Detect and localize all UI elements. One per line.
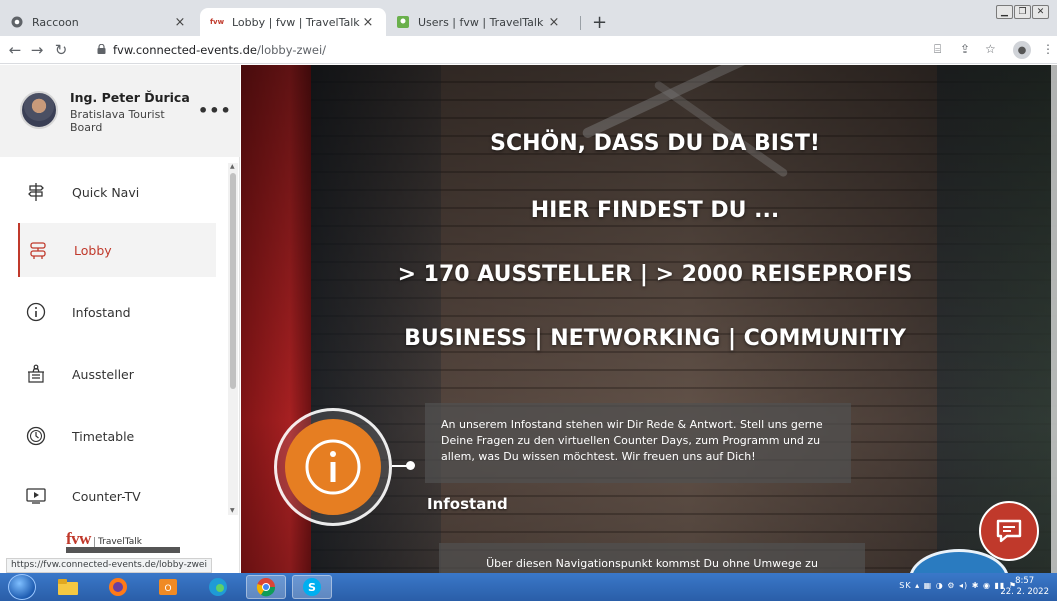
menu-kebab-icon[interactable]: ⋮ <box>1042 42 1054 56</box>
hotspot-connector-dot <box>406 461 415 470</box>
logo-banner <box>66 547 180 553</box>
avatar[interactable] <box>20 91 58 129</box>
windows-taskbar: O S SK ▴ ▦ ◑ ⚙ ◂) ✱ ◉ ▮▮ ⚑ 8:57 22. 2. 2… <box>0 573 1057 601</box>
info-icon <box>305 439 361 495</box>
sidebar-scrollbar-thumb[interactable] <box>230 173 236 389</box>
lock-icon <box>97 44 106 54</box>
reload-icon[interactable]: ↻ <box>52 41 70 59</box>
tab-title: Users | fvw | TravelTalk <box>418 15 544 29</box>
lobby-hero: SCHÖN, DASS DU DA BIST! HIER FINDEST DU … <box>241 65 1057 573</box>
chat-button[interactable] <box>979 501 1039 561</box>
maximize-icon[interactable]: ❐ <box>1014 5 1031 19</box>
share-icon[interactable]: ⇪ <box>960 42 970 56</box>
start-button[interactable] <box>8 574 36 600</box>
fvw-logo: fvw TravelTalk <box>66 529 142 549</box>
page-content: Ing. Peter Ďurica Bratislava Tourist Boa… <box>0 65 1057 573</box>
address-bar[interactable]: fvw.connected-events.de/lobby-zwei/ <box>113 43 326 57</box>
back-icon[interactable]: ← <box>6 41 24 59</box>
headline-stats: > 170 AUSSTELLER | > 2000 REISEPROFIS <box>397 262 913 287</box>
tab-close-icon[interactable]: × <box>546 15 562 30</box>
sidebar-item-aussteller[interactable]: Aussteller <box>18 347 216 401</box>
logo-brand: fvw <box>66 529 91 548</box>
sidebar-item-timetable[interactable]: Timetable <box>18 409 216 463</box>
user-organization: Bratislava Tourist Board <box>70 108 165 134</box>
taskbar-clock[interactable]: 8:57 22. 2. 2022 <box>1000 576 1049 598</box>
edge-icon[interactable] <box>198 575 238 599</box>
logo-sub: TravelTalk <box>93 537 142 547</box>
sidebar-item-label: Lobby <box>74 242 112 258</box>
forward-icon[interactable]: → <box>28 41 46 59</box>
user-card: Ing. Peter Ďurica Bratislava Tourist Boa… <box>0 65 240 157</box>
quicknav-description: Über diesen Navigationspunkt kommst Du o… <box>439 543 865 573</box>
more-options-button[interactable]: ••• <box>198 101 232 120</box>
svg-text:O: O <box>164 584 171 594</box>
sidebar-item-label: Counter-TV <box>72 488 141 504</box>
sidebar-item-quick-navi[interactable]: Quick Navi <box>18 165 216 219</box>
tab-strip: Raccoon × fvw Lobby | fvw | TravelTalk ×… <box>0 0 1057 36</box>
info-icon <box>26 302 46 322</box>
headline-welcome: SCHÖN, DASS DU DA BIST! <box>490 131 820 156</box>
browser-toolbar: ← → ↻ fvw.connected-events.de/lobby-zwei… <box>0 36 1057 64</box>
chrome-favicon-icon <box>10 15 24 29</box>
sidebar-item-lobby[interactable]: Lobby <box>18 223 216 277</box>
sidebar-item-counter-tv[interactable]: Counter-TV <box>18 469 216 523</box>
tab-close-icon[interactable]: × <box>360 15 376 30</box>
url-path: /lobby-zwei/ <box>257 43 327 57</box>
file-explorer-icon[interactable] <box>48 575 88 599</box>
lobby-icon <box>28 240 48 260</box>
tab-separator <box>580 16 581 30</box>
tab-title: Lobby | fvw | TravelTalk <box>232 15 360 29</box>
clock-date: 22. 2. 2022 <box>1000 587 1049 597</box>
sidebar-item-label: Timetable <box>72 428 135 444</box>
outlook-icon[interactable]: O <box>148 575 188 599</box>
sidebar-item-label: Infostand <box>72 304 131 320</box>
users-favicon-icon <box>396 15 410 29</box>
sidebar-item-infostand[interactable]: Infostand <box>18 285 216 339</box>
chrome-icon[interactable] <box>246 575 286 599</box>
infostand-title[interactable]: Infostand <box>427 495 508 513</box>
scroll-down-icon[interactable]: ▼ <box>230 507 235 514</box>
url-host: fvw.connected-events.de <box>113 43 258 57</box>
tab-raccoon[interactable]: Raccoon × <box>0 8 198 36</box>
new-tab-button[interactable]: + <box>592 12 607 33</box>
signpost-icon <box>26 182 46 202</box>
minimize-icon[interactable]: ▁ <box>996 5 1013 19</box>
sidebar-item-label: Quick Navi <box>72 184 140 200</box>
fvw-favicon-icon: fvw <box>209 18 225 26</box>
sidebar: Ing. Peter Ďurica Bratislava Tourist Boa… <box>0 65 240 573</box>
sidebar-item-label: Aussteller <box>72 366 134 382</box>
tab-title: Raccoon <box>32 15 79 29</box>
infostand-description: An unserem Infostand stehen wir Dir Rede… <box>425 403 851 483</box>
skype-icon[interactable]: S <box>292 575 332 599</box>
tab-users[interactable]: Users | fvw | TravelTalk × <box>386 8 572 36</box>
headline-topics: BUSINESS | NETWORKING | COMMUNITIY <box>404 326 906 351</box>
infostand-hotspot[interactable] <box>285 419 381 515</box>
tab-close-icon[interactable]: × <box>172 15 188 30</box>
bookmark-star-icon[interactable]: ☆ <box>985 42 996 56</box>
system-tray[interactable]: SK ▴ ▦ ◑ ⚙ ◂) ✱ ◉ ▮▮ ⚑ <box>899 581 1017 590</box>
window-controls: ▁ ❐ ✕ <box>995 5 1049 19</box>
clock-icon <box>26 426 46 446</box>
firefox-icon[interactable] <box>98 575 138 599</box>
chat-icon <box>996 519 1022 543</box>
user-name: Ing. Peter Ďurica <box>70 90 190 105</box>
close-window-icon[interactable]: ✕ <box>1032 5 1049 19</box>
play-icon <box>26 486 46 506</box>
scroll-up-icon[interactable]: ▲ <box>230 163 235 170</box>
translate-icon[interactable]: ⌸ <box>934 42 941 57</box>
profile-avatar-icon[interactable]: ● <box>1013 41 1031 59</box>
link-status-bar: https://fvw.connected-events.de/lobby-zw… <box>6 558 212 573</box>
svg-text:S: S <box>308 581 316 594</box>
language-indicator[interactable]: SK <box>899 581 911 590</box>
clock-time: 8:57 <box>1015 576 1035 586</box>
tab-lobby[interactable]: fvw Lobby | fvw | TravelTalk × <box>200 8 386 36</box>
headline-find: HIER FINDEST DU ... <box>530 198 780 223</box>
booth-icon <box>26 364 46 384</box>
page-scrollbar[interactable] <box>1051 65 1057 573</box>
